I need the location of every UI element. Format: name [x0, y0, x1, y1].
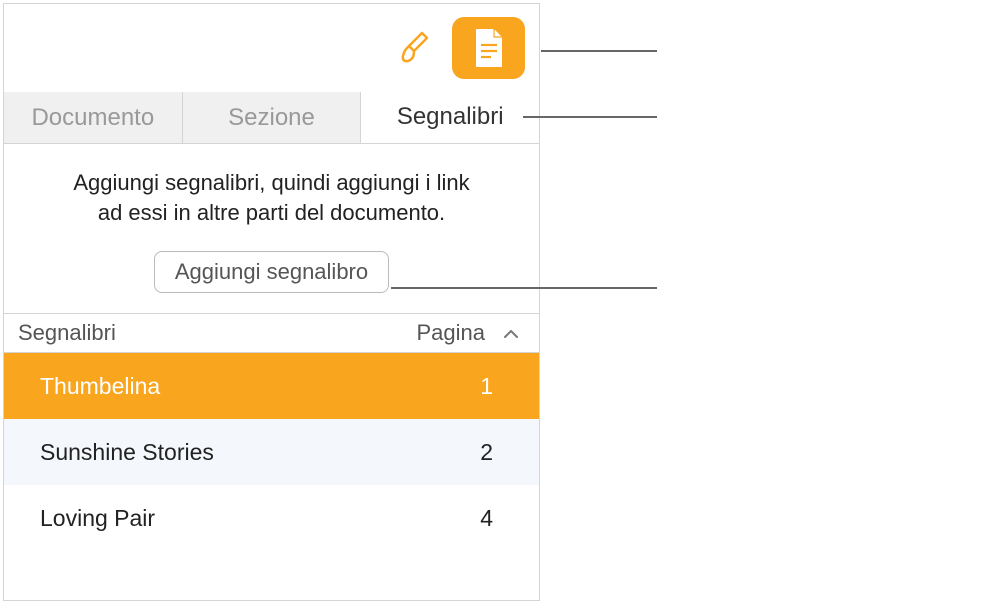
callout-line — [391, 287, 657, 289]
bookmark-page: 2 — [480, 439, 503, 466]
bookmark-name: Sunshine Stories — [40, 439, 480, 466]
chevron-up-icon[interactable] — [503, 323, 519, 344]
bookmark-page: 1 — [480, 373, 503, 400]
bookmark-name: Loving Pair — [40, 505, 480, 532]
tab-label: Sezione — [228, 104, 315, 132]
add-bookmark-button[interactable]: Aggiungi segnalibro — [154, 251, 389, 293]
tab-label: Documento — [31, 104, 154, 132]
column-header-page[interactable]: Pagina — [416, 320, 485, 346]
tab-label: Segnalibri — [397, 103, 504, 131]
help-text: Aggiungi segnalibri, quindi aggiungi i l… — [22, 168, 521, 227]
column-header-name[interactable]: Segnalibri — [18, 320, 416, 346]
document-settings-button[interactable] — [452, 17, 525, 79]
tab-segnalibri[interactable]: Segnalibri — [361, 92, 539, 143]
table-row[interactable]: Sunshine Stories 2 — [4, 419, 539, 485]
callout-line — [523, 116, 657, 118]
bookmarks-table-header[interactable]: Segnalibri Pagina — [4, 313, 539, 353]
table-row[interactable]: Thumbelina 1 — [4, 353, 539, 419]
tab-documento[interactable]: Documento — [4, 92, 183, 143]
brush-icon — [396, 29, 434, 67]
sidebar-panel: Documento Sezione Segnalibri Aggiungi se… — [3, 3, 540, 601]
table-row[interactable]: Loving Pair 4 — [4, 485, 539, 551]
tab-content: Aggiungi segnalibri, quindi aggiungi i l… — [4, 144, 539, 293]
bookmark-page: 4 — [480, 505, 503, 532]
tab-sezione[interactable]: Sezione — [183, 92, 362, 143]
callout-line — [541, 50, 657, 52]
bookmark-name: Thumbelina — [40, 373, 480, 400]
toolbar — [4, 4, 539, 92]
document-icon — [472, 27, 506, 69]
tabs: Documento Sezione Segnalibri — [4, 92, 539, 144]
format-button[interactable] — [394, 27, 436, 69]
